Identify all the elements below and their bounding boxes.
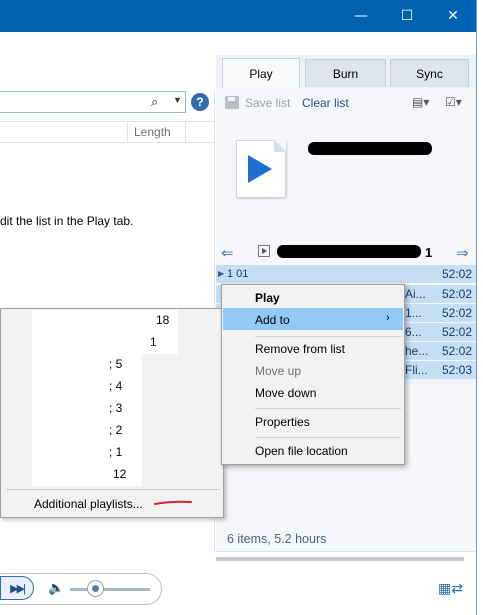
menu-separator <box>255 408 401 409</box>
tab-sync[interactable]: Sync <box>390 59 469 87</box>
horizontal-scrollbar[interactable] <box>216 557 464 561</box>
forward-arrow-icon[interactable]: ⇒ <box>456 244 469 262</box>
playlist-menu-item[interactable]: ; 4 <box>109 379 122 393</box>
menu-item-move-down[interactable]: Move down <box>255 386 316 400</box>
album-art <box>236 140 286 198</box>
list-status-text: 6 items, 5.2 hours <box>227 532 327 546</box>
track-length: 52:02 <box>442 287 473 301</box>
volume-slider-thumb[interactable] <box>87 580 104 597</box>
playlist-menu-item[interactable]: 1 <box>150 335 157 349</box>
menu-item-open-file-location[interactable]: Open file location <box>255 444 348 458</box>
menu-separator <box>6 489 220 490</box>
track-length: 52:02 <box>442 344 473 358</box>
clear-list-button[interactable]: Clear list <box>302 96 349 110</box>
tab-play[interactable]: Play <box>222 58 300 88</box>
save-icon <box>225 96 239 109</box>
tab-burn-label: Burn <box>332 66 359 81</box>
track-title: 1... <box>405 306 422 320</box>
next-icon: ▶▶| <box>10 582 26 595</box>
playlist-menu-item[interactable]: ; 3 <box>109 401 122 415</box>
maximize-button[interactable]: ☐ <box>384 0 430 32</box>
track-number: 1 01 <box>227 268 249 280</box>
playlist-menu-item[interactable]: ; 1 <box>109 445 122 459</box>
column-divider <box>185 121 186 143</box>
playlist-menu-item[interactable]: ; 5 <box>109 357 122 371</box>
menu-item-play[interactable]: Play <box>255 291 280 305</box>
play-file-icon <box>248 155 272 183</box>
menu-item-move-up[interactable]: Move up <box>255 364 301 378</box>
current-track-marker-icon: ▶ <box>218 269 225 278</box>
track-length: 52:02 <box>442 306 473 320</box>
column-length-header[interactable]: Length <box>134 125 171 139</box>
list-item[interactable] <box>216 265 476 283</box>
playlist-menu-item[interactable]: ; 2 <box>109 423 122 437</box>
submenu-arrow-icon: › <box>386 312 390 324</box>
menu-item-add-to[interactable] <box>223 308 403 330</box>
switch-to-now-playing-icon[interactable]: ▦⇄ <box>438 580 463 597</box>
track-length: 52:02 <box>442 325 473 339</box>
menu-item-remove-from-list[interactable]: Remove from list <box>255 342 345 356</box>
close-icon: ✕ <box>447 8 459 24</box>
playlist-count: 1 <box>425 245 433 260</box>
library-hint-text: dit the list in the Play tab. <box>0 214 134 228</box>
playlist-menu-item[interactable]: 12 <box>113 467 126 481</box>
help-icon[interactable]: ? <box>191 93 209 111</box>
save-list-button[interactable]: Save list <box>245 96 290 110</box>
additional-playlists-item[interactable]: Additional playlists... <box>34 497 143 511</box>
playlist-menu-item[interactable]: 18 <box>156 313 169 327</box>
play-list-icon[interactable] <box>258 245 270 257</box>
maximize-icon: ☐ <box>400 8 414 24</box>
minimize-icon: — <box>354 8 368 24</box>
search-dropdown-icon[interactable]: ▼ <box>173 95 182 105</box>
menu-item-properties[interactable]: Properties <box>255 415 310 429</box>
track-title: Fli... <box>405 363 428 377</box>
track-length: 52:03 <box>442 363 473 377</box>
tab-play-label: Play <box>249 66 273 81</box>
next-button[interactable]: ▶▶| <box>0 576 34 600</box>
tab-burn[interactable]: Burn <box>305 59 386 87</box>
window-edge <box>476 0 483 615</box>
volume-icon[interactable]: 🔈 <box>48 580 64 596</box>
library-column-header <box>0 121 214 143</box>
menu-separator <box>255 437 401 438</box>
track-title: 6... <box>405 325 422 339</box>
volume-slider[interactable] <box>70 588 150 591</box>
red-annotation-underline <box>154 500 192 505</box>
minimize-button[interactable]: — <box>338 0 384 32</box>
redacted-playlist-name <box>277 245 421 258</box>
back-arrow-icon[interactable]: ⇐ <box>221 244 234 262</box>
divider <box>216 551 476 552</box>
search-icon[interactable]: ⌕ <box>151 94 158 110</box>
redacted-title <box>308 142 432 155</box>
view-options-icon[interactable]: ☑▾ <box>445 95 462 109</box>
list-options-icon[interactable]: ▤▾ <box>412 95 429 109</box>
track-title: he... <box>405 344 429 358</box>
track-title: Ai... <box>405 287 426 301</box>
tab-sync-label: Sync <box>416 66 443 81</box>
close-button[interactable]: ✕ <box>430 0 476 32</box>
menu-separator <box>255 336 401 337</box>
submenu-redacted-area <box>32 310 142 486</box>
menu-item-add-to-label: Add to <box>255 313 290 327</box>
column-divider <box>127 121 128 143</box>
track-length: 52:02 <box>442 267 473 281</box>
